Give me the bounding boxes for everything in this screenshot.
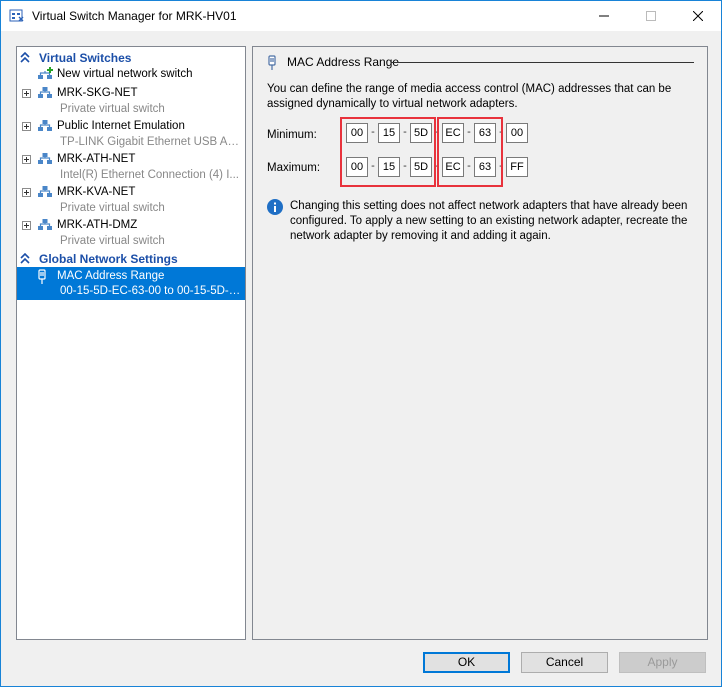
panel-description: You can define the range of media access… [267, 83, 672, 110]
network-switch-icon [38, 186, 52, 197]
cancel-button[interactable]: Cancel [521, 652, 608, 673]
network-plug-icon [268, 55, 276, 70]
maximum-octet-6[interactable]: FF [506, 157, 528, 177]
tree-item-title: Public Internet Emulation [57, 120, 185, 132]
network-switch-icon [38, 120, 52, 131]
expand-icon[interactable] [22, 188, 31, 197]
maximize-icon [646, 11, 656, 21]
minimize-button[interactable] [581, 1, 627, 31]
highlight-box-octets [437, 117, 503, 187]
network-switch-icon [38, 87, 52, 98]
title-divider [391, 62, 694, 63]
section-label: Virtual Switches [39, 51, 132, 65]
close-icon [693, 11, 703, 21]
expand-icon[interactable] [22, 89, 31, 98]
tree-item-mrk-ath-net[interactable]: MRK-ATH-NET Intel(R) Ethernet Connection… [17, 151, 245, 184]
panel-title: MAC Address Range [287, 55, 400, 69]
tree-item-subtitle: Intel(R) Ethernet Connection (4) I... [60, 169, 239, 181]
maximum-label: Maximum: [267, 162, 321, 174]
tree-item-mrk-skg-net[interactable]: MRK-SKG-NET Private virtual switch [17, 85, 245, 118]
virtual-switch-manager-window: Virtual Switch Manager for MRK-HV01 Virt… [0, 0, 722, 687]
collapse-chevron-icon [20, 253, 30, 264]
tree-item-subtitle: TP-LINK Gigabit Ethernet USB Ada... [60, 136, 242, 148]
minimum-label: Minimum: [267, 129, 317, 141]
tree-item-subtitle: Private virtual switch [60, 202, 165, 214]
tree-item-mac-address-range[interactable]: MAC Address Range 00-15-5D-EC-63-00 to 0… [17, 267, 245, 300]
close-button[interactable] [675, 1, 721, 31]
expand-icon[interactable] [22, 155, 31, 164]
ok-button[interactable]: OK [423, 652, 510, 673]
apply-button[interactable]: Apply [619, 652, 706, 673]
minimum-octet-6[interactable]: 00 [506, 123, 528, 143]
maximize-button[interactable] [628, 1, 674, 31]
virtual-switch-manager-icon [9, 9, 24, 22]
tree-item-subtitle: Private virtual switch [60, 235, 165, 247]
tree-item-public-internet-emulation[interactable]: Public Internet Emulation TP-LINK Gigabi… [17, 118, 245, 151]
section-virtual-switches[interactable]: Virtual Switches [17, 50, 245, 66]
network-switch-icon [38, 153, 52, 164]
highlight-box-oui [340, 117, 436, 187]
section-label: Global Network Settings [39, 252, 178, 266]
collapse-chevron-icon [20, 52, 30, 63]
tree-item-mrk-kva-net[interactable]: MRK-KVA-NET Private virtual switch [17, 184, 245, 217]
title-bar: Virtual Switch Manager for MRK-HV01 [1, 1, 721, 31]
tree-item-subtitle: 00-15-5D-EC-63-00 to 00-15-5D-E... [60, 285, 242, 297]
tree-item-title: MRK-SKG-NET [57, 87, 138, 99]
section-global-network-settings[interactable]: Global Network Settings [17, 251, 245, 267]
tree-item-title: MAC Address Range [57, 270, 165, 282]
window-title: Virtual Switch Manager for MRK-HV01 [32, 9, 237, 23]
tree-item-mrk-ath-dmz[interactable]: MRK-ATH-DMZ Private virtual switch [17, 217, 245, 250]
tree-item-title: MRK-ATH-NET [57, 153, 136, 165]
tree-item-title: New virtual network switch [57, 68, 193, 80]
expand-icon[interactable] [22, 221, 31, 230]
network-plug-icon [38, 269, 46, 284]
network-switch-icon [38, 219, 52, 230]
info-icon [267, 199, 283, 215]
new-switch-icon [38, 67, 53, 79]
tree-item-title: MRK-KVA-NET [57, 186, 136, 198]
tree-item-title: MRK-ATH-DMZ [57, 219, 138, 231]
switch-tree-pane: Virtual Switches New virtual network swi… [16, 46, 246, 640]
tree-item-subtitle: Private virtual switch [60, 103, 165, 115]
expand-icon[interactable] [22, 122, 31, 131]
minimize-icon [599, 15, 609, 17]
info-message: Changing this setting does not affect ne… [290, 200, 688, 242]
mac-address-range-panel: MAC Address Range You can define the ran… [252, 46, 708, 640]
tree-item-new-switch[interactable]: New virtual network switch [17, 67, 245, 84]
